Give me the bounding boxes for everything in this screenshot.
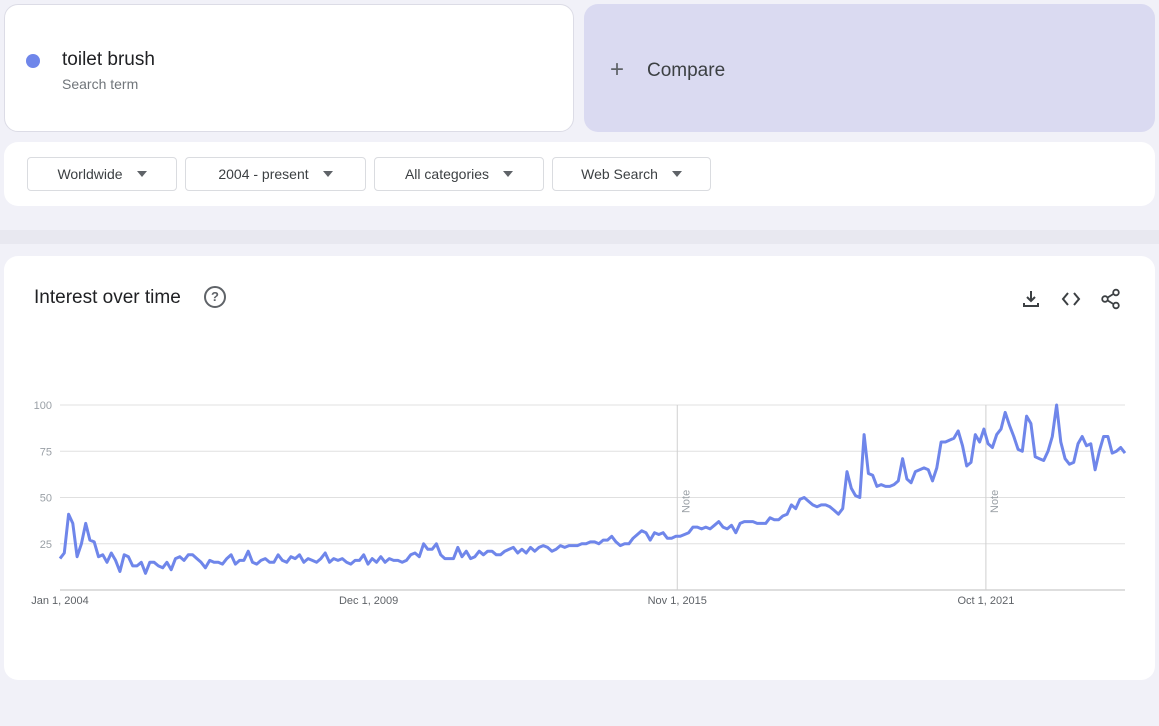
help-icon[interactable]: ? [204, 286, 226, 308]
category-filter-label: All categories [404, 166, 490, 182]
time-range-filter-dropdown[interactable]: 2004 - present [185, 157, 366, 191]
search-term-subtitle: Search term [62, 76, 139, 92]
y-tick-label: 25 [40, 539, 52, 551]
region-filter-dropdown[interactable]: Worldwide [27, 157, 177, 191]
series-line [58, 403, 1127, 575]
caret-down-icon [322, 171, 333, 177]
y-tick-label: 100 [34, 400, 52, 412]
x-tick-label: Oct 1, 2021 [957, 595, 1014, 607]
y-tick-label: 50 [40, 493, 52, 505]
panel-title: Interest over time [34, 287, 181, 308]
embed-icon[interactable] [1060, 288, 1082, 310]
search-term-card[interactable]: toilet brush Search term [4, 4, 574, 132]
download-icon[interactable] [1020, 288, 1042, 310]
note-label: Note [680, 490, 692, 513]
caret-down-icon [136, 171, 147, 177]
caret-down-icon [671, 171, 682, 177]
filter-bar: Worldwide 2004 - present All categories … [4, 142, 1155, 206]
time-range-filter-label: 2004 - present [218, 166, 309, 182]
caret-down-icon [503, 171, 514, 177]
compare-button[interactable]: + Compare [584, 4, 1155, 132]
x-tick-label: Dec 1, 2009 [339, 595, 398, 607]
search-type-filter-dropdown[interactable]: Web Search [552, 157, 711, 191]
x-tick-label: Nov 1, 2015 [648, 595, 707, 607]
interest-line-chart: 25 50 75 100 Note Note Jan 1, 2004 Dec 1, 2009 N… [31, 400, 1127, 607]
note-label: Note [989, 490, 1001, 513]
share-icon[interactable] [1100, 288, 1122, 310]
region-filter-label: Worldwide [57, 166, 123, 182]
search-term-name[interactable]: toilet brush [62, 49, 155, 71]
x-tick-label: Jan 1, 2004 [31, 595, 89, 607]
category-filter-dropdown[interactable]: All categories [374, 157, 544, 191]
y-tick-label: 75 [40, 446, 52, 458]
search-type-filter-label: Web Search [581, 166, 658, 182]
interest-over-time-panel: Interest over time ? 25 50 75 100 Note Note Ja… [4, 256, 1155, 680]
plus-icon: + [610, 56, 625, 83]
series-color-dot [26, 54, 40, 68]
compare-label: Compare [647, 60, 726, 81]
section-divider [0, 230, 1159, 244]
